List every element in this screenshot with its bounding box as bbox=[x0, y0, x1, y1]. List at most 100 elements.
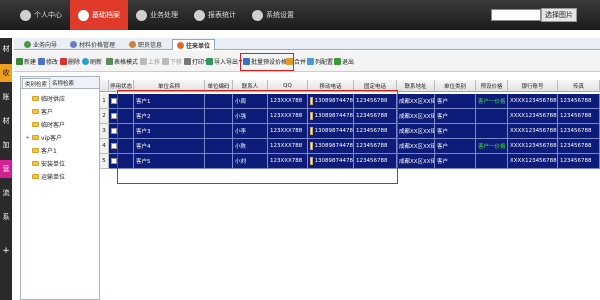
cell-address[interactable]: 成都XX区XX街XX号 bbox=[397, 124, 435, 139]
new-button[interactable]: 新建 bbox=[16, 55, 36, 67]
cell-address[interactable]: 成都XX区XX街XX号 bbox=[397, 109, 435, 124]
tree-item[interactable]: + vip客户 bbox=[25, 132, 62, 143]
tree-item[interactable]: 临时客户 bbox=[25, 119, 65, 130]
sidebar-item-sales[interactable]: 营 bbox=[0, 160, 12, 178]
tree-item-label: 临时供应 bbox=[41, 96, 66, 103]
tree-item[interactable]: 运输单位 bbox=[25, 171, 65, 182]
batch-price-highlight bbox=[240, 53, 294, 71]
folder-icon bbox=[32, 135, 39, 140]
delete-button[interactable]: 删除 bbox=[60, 55, 80, 67]
nav-item-label: 业务处理 bbox=[150, 11, 178, 19]
tree-item-label: 客户1 bbox=[41, 148, 57, 155]
row-number: 2 bbox=[100, 109, 109, 124]
cell-preset-price[interactable]: 客户一价格 bbox=[476, 94, 508, 109]
sidebar-item-receive[interactable]: 收 bbox=[0, 64, 12, 82]
person-icon bbox=[129, 41, 136, 48]
sidebar-item-flow[interactable]: 流 bbox=[0, 184, 12, 202]
search-input[interactable] bbox=[491, 9, 541, 21]
column-header[interactable]: 预设价格 bbox=[476, 80, 508, 92]
refresh-icon bbox=[82, 57, 89, 65]
cell-fax[interactable]: 123456788 bbox=[558, 139, 600, 154]
cell-fax[interactable]: 123456788 bbox=[558, 154, 600, 169]
cell-bank-account[interactable]: XXXX123456788 bbox=[508, 139, 558, 154]
tree-item[interactable]: 客户1 bbox=[25, 145, 57, 156]
tree-item-label: 客户 bbox=[41, 109, 54, 116]
arrow-down-icon bbox=[162, 57, 169, 65]
nav-item-system-settings[interactable]: 系统设置 bbox=[244, 0, 302, 30]
sidebar-add-button[interactable]: + bbox=[0, 242, 12, 260]
nav-item-business[interactable]: 业务处理 bbox=[128, 0, 186, 30]
nav-item-label: 系统设置 bbox=[266, 11, 294, 19]
select-image-button[interactable]: 选择图片 bbox=[541, 8, 577, 22]
column-header[interactable]: 银行账号 bbox=[508, 80, 558, 92]
business-icon bbox=[136, 9, 147, 21]
cell-bank-account[interactable]: XXXX123456788 bbox=[508, 124, 558, 139]
sidebar-item-account[interactable]: 账 bbox=[0, 88, 12, 106]
edit-button[interactable]: 修改 bbox=[38, 55, 58, 67]
cell-category[interactable]: 客户 bbox=[435, 94, 476, 109]
tree-item[interactable]: 安装单位 bbox=[25, 158, 65, 169]
rows-highlight bbox=[117, 90, 398, 184]
tab-label: 材料价格管理 bbox=[79, 42, 116, 49]
tree-item[interactable]: 临时供应 bbox=[25, 93, 65, 104]
print-label: 打印 bbox=[192, 58, 205, 66]
cell-bank-account[interactable]: XXXX123456788 bbox=[508, 154, 558, 169]
sidebar-item-material[interactable]: 材 bbox=[0, 40, 12, 58]
sidebar-item-system[interactable]: 系 bbox=[0, 208, 12, 226]
cell-bank-account[interactable]: XXXX123456788 bbox=[508, 109, 558, 124]
tab-business-guide[interactable]: 业务向导 bbox=[20, 39, 61, 50]
cell-fax[interactable]: 123456788 bbox=[558, 124, 600, 139]
delete-icon bbox=[60, 57, 67, 65]
move-down-button[interactable]: 下移 bbox=[162, 55, 182, 67]
tab-category-search[interactable]: 类别检索 bbox=[22, 78, 51, 88]
column-header[interactable]: 单位类别 bbox=[435, 80, 476, 92]
toolbar: 新建 修改 删除 刷新 表格模式 上移 下移 打印 ▾ bbox=[14, 51, 600, 72]
nav-item-personal-center[interactable]: 个人中心 bbox=[12, 0, 70, 30]
cell-preset-price[interactable] bbox=[476, 109, 508, 124]
cell-address[interactable]: 成都XX区XX街XX号 bbox=[397, 154, 435, 169]
cell-preset-price[interactable] bbox=[476, 154, 508, 169]
new-label: 新建 bbox=[24, 58, 37, 66]
cell-category[interactable]: 客户 bbox=[435, 124, 476, 139]
cell-preset-price[interactable]: 客户一价格 bbox=[476, 139, 508, 154]
table-mode-button[interactable]: 表格模式 bbox=[106, 55, 138, 67]
cell-category[interactable]: 客户 bbox=[435, 154, 476, 169]
column-header[interactable]: 传真 bbox=[558, 80, 600, 92]
tab-partner-units[interactable]: 往来单位 bbox=[172, 39, 216, 50]
cell-address[interactable]: 成都XX区XX街XX号 bbox=[397, 139, 435, 154]
cell-address[interactable]: 成都XX区XX街XX号 bbox=[397, 94, 435, 109]
import-export-button[interactable]: 导入导出 ▾ bbox=[206, 55, 242, 67]
cell-bank-account[interactable]: XXXX123456788 bbox=[508, 94, 558, 109]
folder-icon bbox=[32, 109, 39, 114]
exit-button[interactable]: 退出 bbox=[334, 55, 354, 67]
category-tree-panel: 类别检索 名称检索 临时供应 客户 临时客户 + vip客户 客户1 安装单位 … bbox=[20, 76, 100, 300]
tab-name-search[interactable]: 名称检索 bbox=[50, 78, 76, 88]
cell-fax[interactable]: 123456788 bbox=[558, 94, 600, 109]
column-header[interactable]: 联系地址 bbox=[397, 80, 435, 92]
print-icon bbox=[184, 57, 191, 65]
merge-label: 合并 bbox=[294, 58, 307, 66]
sidebar-item-process[interactable]: 加 bbox=[0, 136, 12, 154]
tab-material-price[interactable]: 材料价格管理 bbox=[66, 39, 119, 50]
refresh-button[interactable]: 刷新 bbox=[82, 55, 102, 67]
tab-label: 往来单位 bbox=[186, 42, 211, 50]
sidebar-item-material-2[interactable]: 材 bbox=[0, 112, 12, 130]
app-window: 个人中心 基础档案 业务处理 报表统计 系统设置 选择图片 材 收 账 材 加 … bbox=[0, 0, 600, 300]
cell-preset-price[interactable] bbox=[476, 124, 508, 139]
cell-category[interactable]: 客户 bbox=[435, 139, 476, 154]
nav-item-basic-archive[interactable]: 基础档案 bbox=[70, 0, 128, 30]
column-config-label: 列配置 bbox=[315, 58, 334, 66]
tab-strip: 业务向导 材料价格管理 职员信息 往来单位 bbox=[14, 38, 600, 50]
cell-category[interactable]: 客户 bbox=[435, 109, 476, 124]
tree-expander[interactable]: + bbox=[25, 135, 30, 141]
move-up-button[interactable]: 上移 bbox=[140, 55, 160, 67]
cell-fax[interactable]: 123456788 bbox=[558, 109, 600, 124]
row-number: 4 bbox=[100, 139, 109, 154]
print-button[interactable]: 打印 ▾ bbox=[184, 55, 208, 67]
column-header-rownum bbox=[100, 80, 109, 92]
nav-item-reports[interactable]: 报表统计 bbox=[186, 0, 244, 30]
column-config-button[interactable]: 列配置 bbox=[307, 55, 333, 67]
tree-item[interactable]: 客户 bbox=[25, 106, 53, 117]
tab-staff-info[interactable]: 职员信息 bbox=[125, 39, 166, 50]
arrow-up-icon bbox=[140, 57, 147, 65]
